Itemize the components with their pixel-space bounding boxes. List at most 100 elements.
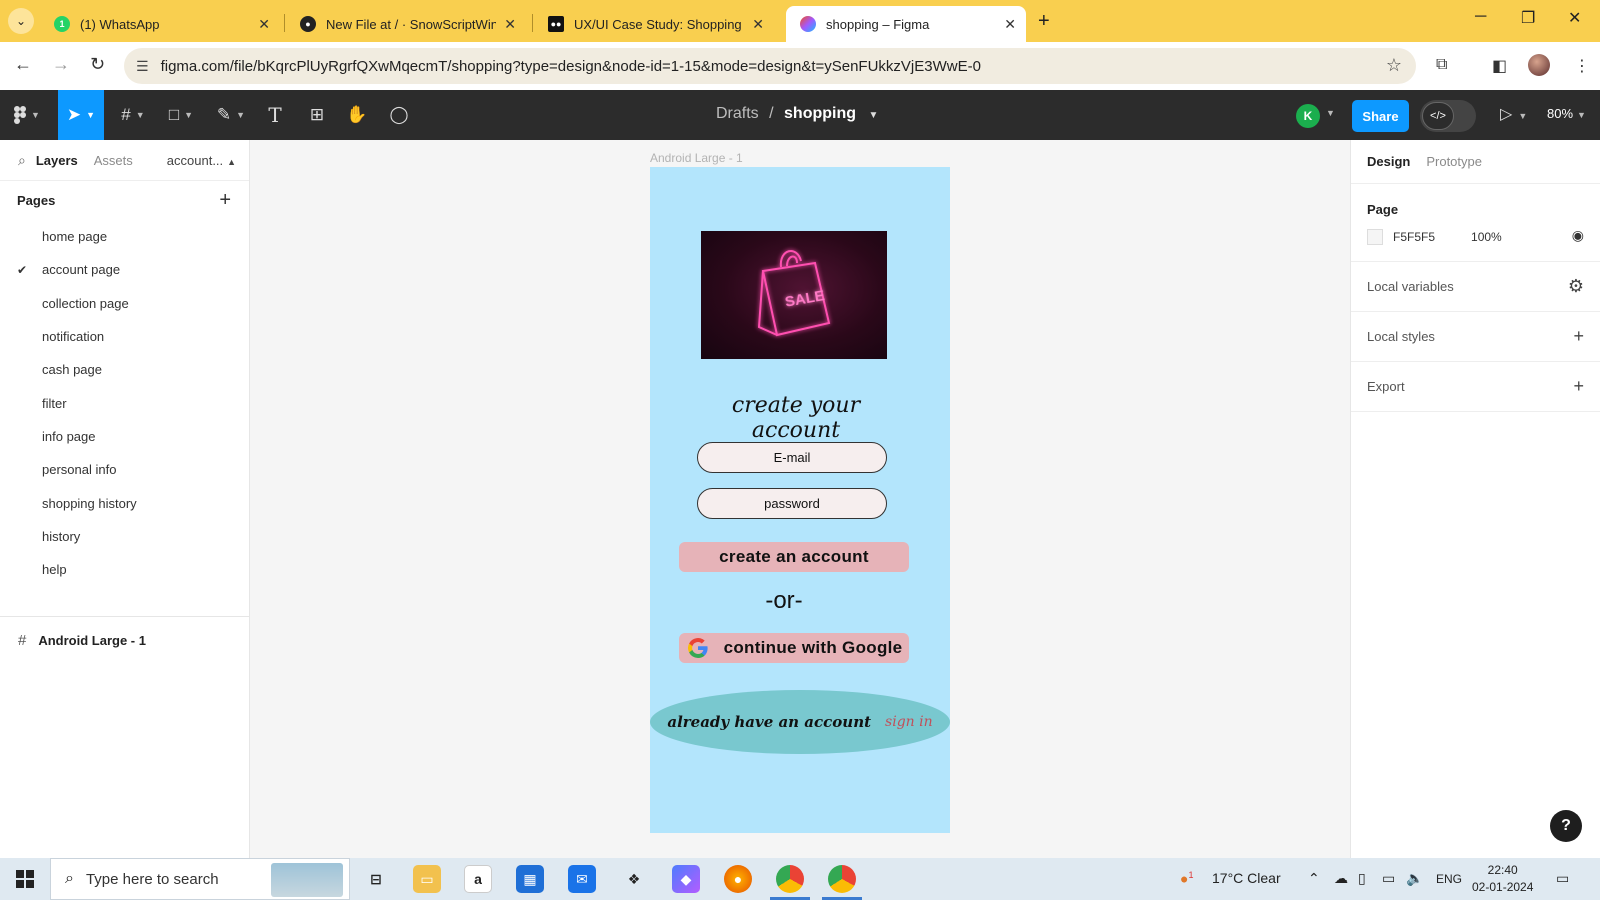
- chrome-icon[interactable]: [776, 865, 804, 893]
- hand-tool[interactable]: ✋: [342, 90, 372, 140]
- close-window-icon[interactable]: ✕: [1568, 8, 1581, 28]
- weather-text[interactable]: 17°C Clear: [1212, 870, 1281, 886]
- firefox-icon[interactable]: ●: [724, 865, 752, 893]
- share-button[interactable]: Share: [1352, 100, 1409, 132]
- shape-tool[interactable]: □ ▼: [160, 90, 202, 140]
- system-clock[interactable]: 22:40 02-01-2024: [1472, 862, 1533, 896]
- browser-profile-avatar[interactable]: [1528, 54, 1550, 76]
- notifications-icon[interactable]: ▭: [1556, 870, 1569, 887]
- chrome-icon[interactable]: [828, 865, 856, 893]
- dropbox-icon[interactable]: ❖: [620, 865, 648, 893]
- zoom-menu[interactable]: 80% ▼: [1547, 106, 1586, 121]
- reload-icon[interactable]: ↻: [90, 54, 105, 75]
- close-tab-icon[interactable]: ✕: [258, 16, 270, 33]
- taskbar-search[interactable]: ⌕ Type here to search: [50, 858, 350, 900]
- tab-github[interactable]: ● New File at / · SnowScriptWinte ✕: [286, 6, 526, 42]
- comment-tool[interactable]: ◯: [384, 90, 414, 140]
- frame-tool[interactable]: # ▼: [112, 90, 154, 140]
- file-name[interactable]: shopping: [784, 105, 856, 122]
- close-tab-icon[interactable]: ✕: [504, 16, 516, 33]
- page-item[interactable]: home page: [0, 220, 249, 253]
- page-item[interactable]: info page: [0, 420, 249, 453]
- plus-icon[interactable]: +: [1573, 326, 1584, 347]
- color-swatch[interactable]: [1367, 229, 1383, 245]
- store-icon[interactable]: ▦: [516, 865, 544, 893]
- language-indicator[interactable]: ENG: [1436, 872, 1462, 886]
- help-button[interactable]: ?: [1550, 810, 1582, 842]
- network-icon[interactable]: ☁: [1334, 870, 1348, 887]
- tab-whatsapp[interactable]: 1 (1) WhatsApp ✕: [40, 6, 280, 42]
- chevron-up-icon[interactable]: ⌃: [1308, 870, 1320, 887]
- tab-figma[interactable]: shopping – Figma ✕: [786, 6, 1026, 42]
- new-tab-icon[interactable]: +: [1038, 10, 1050, 33]
- page-item[interactable]: collection page: [0, 287, 249, 320]
- create-account-button[interactable]: create an account: [679, 542, 909, 572]
- tab-assets[interactable]: Assets: [94, 153, 133, 168]
- signin-banner[interactable]: already have an account sign in: [650, 690, 950, 754]
- bookmark-star-icon[interactable]: ☆: [1386, 55, 1402, 76]
- file-explorer-icon[interactable]: ▭: [413, 865, 441, 893]
- device-icon[interactable]: ▯: [1358, 870, 1366, 887]
- forward-icon[interactable]: →: [52, 54, 70, 75]
- browser-menu-icon[interactable]: ⋮: [1574, 56, 1590, 76]
- figma-menu-icon[interactable]: ▼: [8, 90, 46, 140]
- password-field[interactable]: password: [697, 488, 887, 519]
- page-item[interactable]: filter: [0, 386, 249, 419]
- page-item[interactable]: personal info: [0, 453, 249, 486]
- page-item[interactable]: help: [0, 553, 249, 586]
- google-signin-button[interactable]: continue with Google: [679, 633, 909, 663]
- android-frame[interactable]: SALE create your account E-mail password…: [650, 167, 950, 833]
- move-tool[interactable]: ➤ ▼: [58, 90, 104, 140]
- page-switcher[interactable]: account... ▲: [167, 153, 236, 168]
- avatar[interactable]: K: [1296, 104, 1320, 128]
- resources-tool[interactable]: ⊞: [302, 90, 332, 140]
- plus-icon[interactable]: +: [1573, 376, 1584, 397]
- url-bar[interactable]: ☰ figma.com/file/bKqrcPlUyRgrfQXwMqecmT/…: [124, 48, 1416, 84]
- export-row[interactable]: Export +: [1351, 362, 1600, 412]
- email-field[interactable]: E-mail: [697, 442, 887, 473]
- tab-design[interactable]: Design: [1367, 154, 1410, 169]
- add-page-icon[interactable]: +: [219, 189, 231, 212]
- sliders-icon[interactable]: ⚙: [1568, 276, 1584, 297]
- pen-tool[interactable]: ✎ ▼: [210, 90, 252, 140]
- chevron-down-icon[interactable]: ▼: [1326, 108, 1335, 118]
- tab-prototype[interactable]: Prototype: [1426, 154, 1482, 169]
- volume-icon[interactable]: 🔈: [1406, 870, 1423, 887]
- page-item[interactable]: notification: [0, 320, 249, 353]
- frame-label[interactable]: Android Large - 1: [650, 151, 743, 165]
- sale-bag-image[interactable]: SALE: [701, 231, 887, 359]
- breadcrumb-drafts[interactable]: Drafts: [716, 105, 759, 122]
- page-color-value[interactable]: F5F5F5: [1393, 230, 1435, 244]
- close-tab-icon[interactable]: ✕: [752, 16, 764, 33]
- search-icon[interactable]: ⌕: [18, 152, 26, 169]
- back-icon[interactable]: ←: [14, 54, 32, 75]
- layer-item[interactable]: # Android Large - 1: [0, 628, 146, 652]
- local-styles-row[interactable]: Local styles +: [1351, 312, 1600, 362]
- windows-start-icon[interactable]: [16, 870, 34, 888]
- weather-icon[interactable]: ●1: [1180, 870, 1193, 887]
- present-button[interactable]: ▷ ▼: [1500, 104, 1527, 124]
- sign-in-link[interactable]: sign in: [885, 714, 933, 730]
- chevron-down-icon[interactable]: ▼: [868, 110, 878, 121]
- extensions-icon[interactable]: ⧉: [1436, 56, 1447, 74]
- local-variables-row[interactable]: Local variables ⚙: [1351, 262, 1600, 312]
- site-info-icon[interactable]: ☰: [136, 58, 149, 75]
- page-item[interactable]: ✔ account page: [0, 253, 249, 286]
- page-item[interactable]: history: [0, 520, 249, 553]
- minimize-icon[interactable]: ─: [1475, 8, 1486, 26]
- mail-icon[interactable]: ✉: [568, 865, 596, 893]
- amazon-icon[interactable]: a: [464, 865, 492, 893]
- task-view-icon[interactable]: ⊟: [362, 865, 390, 893]
- dev-mode-toggle[interactable]: </>: [1420, 100, 1476, 132]
- tab-medium[interactable]: ●● UX/UI Case Study: Shopping Ap ✕: [534, 6, 774, 42]
- tab-layers[interactable]: Layers: [36, 153, 78, 168]
- eye-icon[interactable]: ◉: [1572, 227, 1584, 244]
- side-panel-icon[interactable]: ◧: [1492, 56, 1507, 76]
- tab-search-icon[interactable]: ⌄: [8, 8, 34, 34]
- page-opacity-value[interactable]: 100%: [1471, 230, 1502, 244]
- page-item[interactable]: shopping history: [0, 486, 249, 519]
- text-tool[interactable]: T: [260, 90, 290, 140]
- battery-icon[interactable]: ▭: [1382, 870, 1395, 887]
- restore-icon[interactable]: ❐: [1521, 8, 1535, 28]
- app-icon[interactable]: ◆: [672, 865, 700, 893]
